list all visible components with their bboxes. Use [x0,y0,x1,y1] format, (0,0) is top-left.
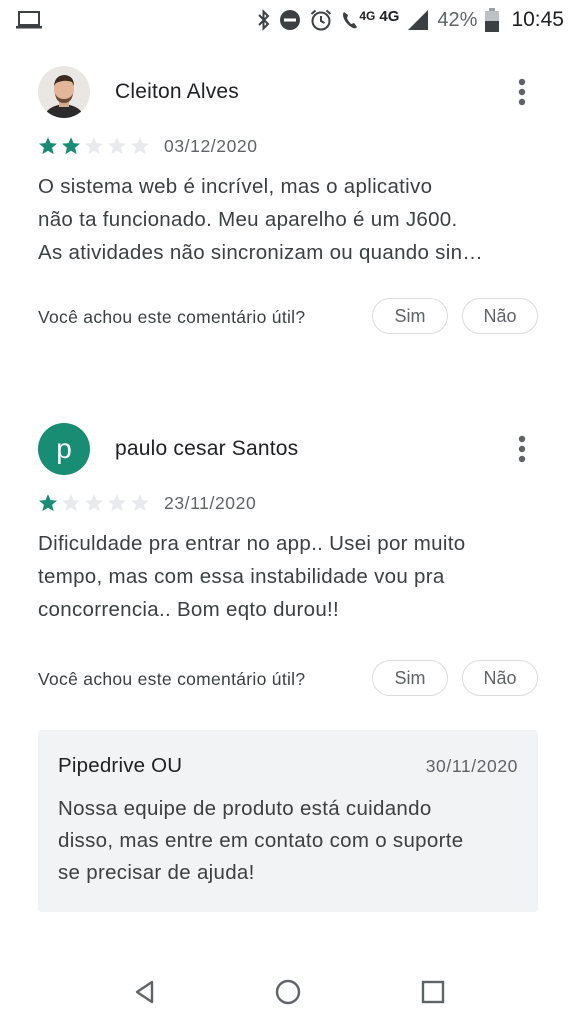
more-vert-icon[interactable] [518,78,526,106]
battery-icon [485,8,500,32]
status-bar: 4G 4G 42% 10:45 [0,0,576,40]
status-icons: 4G 4G 42% 10:45 [257,6,564,34]
network-type-small: 4G [359,9,376,23]
review-card: Cleiton Alves 03/12/2020 O sistema web é… [38,64,538,337]
star-empty-icon [131,137,149,155]
star-filled-icon [62,137,80,155]
review-date: 03/12/2020 [164,135,258,156]
star-empty-icon [131,494,149,512]
helpful-no-button[interactable]: Não [462,660,538,696]
helpful-no-button[interactable]: Não [462,298,538,334]
star-empty-icon [108,494,126,512]
developer-name: Pipedrive OU [58,754,183,777]
star-empty-icon [85,137,103,155]
developer-reply: Pipedrive OU 30/11/2020 Nossa equipe de … [38,730,538,912]
star-empty-icon [108,137,126,155]
reply-date: 30/11/2020 [425,756,518,776]
review-text-line: concorrencia.. Bom eqto durou!! [38,598,340,621]
rating-row: 03/12/2020 [38,134,538,158]
do-not-disturb-icon [280,10,301,30]
reply-text-line: disso, mas entre em contato com o suport… [58,829,464,852]
avatar[interactable]: p [38,423,90,475]
review-text[interactable]: Dificuldade pra entrar no app.. Usei por… [38,527,538,626]
star-rating [38,493,150,513]
reply-text-line: se precisar de ajuda! [58,861,255,884]
bluetooth-icon [258,9,270,31]
reply-text-line: Nossa equipe de produto está cuidando [58,797,432,820]
star-filled-icon [39,494,57,512]
signal-icon [408,10,429,30]
helpful-question: Você achou este comentário útil? [38,668,306,689]
helpful-row: Você achou este comentário útil? Sim Não [38,297,538,337]
clock: 10:45 [511,8,564,31]
recents-icon[interactable] [418,977,448,1007]
helpful-yes-button[interactable]: Sim [372,298,448,334]
rating-row: 23/11/2020 [38,491,538,515]
alarm-icon [311,9,332,31]
review-text[interactable]: O sistema web é incrível, mas o aplicati… [38,170,538,269]
star-filled-icon [39,137,57,155]
review-text-line: O sistema web é incrível, mas o aplicati… [38,175,433,198]
review-card: p paulo cesar Santos 23/11/2020 Dificuld… [38,421,538,699]
review-author: paulo cesar Santos [115,437,299,460]
helpful-question: Você achou este comentário útil? [38,306,306,327]
review-date: 23/11/2020 [164,492,257,513]
helpful-row: Você achou este comentário útil? Sim Não [38,659,538,699]
review-text-line: não ta funcionado. Meu aparelho é um J60… [38,208,458,231]
volte-call-icon: 4G [341,9,375,30]
star-empty-icon [85,494,103,512]
review-header: Cleiton Alves [38,64,538,120]
network-type: 4G [379,7,400,25]
laptop-icon [16,11,42,29]
avatar[interactable] [38,66,90,118]
helpful-yes-button[interactable]: Sim [372,660,448,696]
back-icon[interactable] [130,977,160,1007]
navigation-bar [0,964,576,1024]
star-rating [38,136,150,156]
battery-percent: 42% [437,8,478,31]
more-vert-icon[interactable] [518,435,526,463]
reply-text: Nossa equipe de produto está cuidando di… [58,793,463,889]
star-empty-icon [62,494,80,512]
review-header: p paulo cesar Santos [38,421,538,477]
review-text-line: tempo, mas com essa instabilidade vou pr… [38,565,445,588]
review-text-line: Dificuldade pra entrar no app.. Usei por… [38,532,466,555]
review-author: Cleiton Alves [115,80,239,103]
review-text-line: As atividades não sincronizam ou quando … [38,241,484,264]
home-icon[interactable] [273,977,303,1007]
